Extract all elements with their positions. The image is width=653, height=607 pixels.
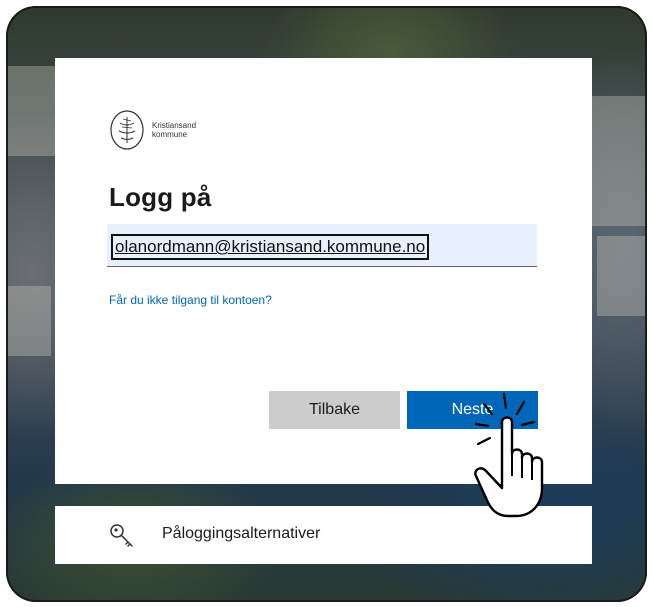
building — [6, 66, 56, 156]
logo-line-2: kommune — [152, 130, 188, 139]
building — [592, 96, 647, 226]
kristiansand-emblem-icon — [110, 110, 144, 150]
page-title: Logg på — [109, 182, 212, 212]
key-icon — [110, 524, 133, 547]
building — [6, 286, 51, 356]
cant-access-account-link[interactable]: Får du ikke tilgang til kontoen? — [109, 293, 272, 307]
logo-line-1: Kristiansand — [152, 121, 197, 130]
logo-text: Kristiansand kommune — [152, 121, 196, 139]
email-value[interactable]: olanordmann@kristiansand.kommune.no — [111, 234, 430, 260]
hand-pointer-icon — [474, 392, 544, 518]
back-button[interactable]: Tilbake — [269, 391, 400, 429]
email-input[interactable]: olanordmann@kristiansand.kommune.no — [107, 224, 537, 267]
organization-logo: Kristiansand kommune — [108, 109, 196, 151]
building — [597, 236, 647, 316]
signin-options-label: Påloggingsalternativer — [162, 525, 321, 542]
